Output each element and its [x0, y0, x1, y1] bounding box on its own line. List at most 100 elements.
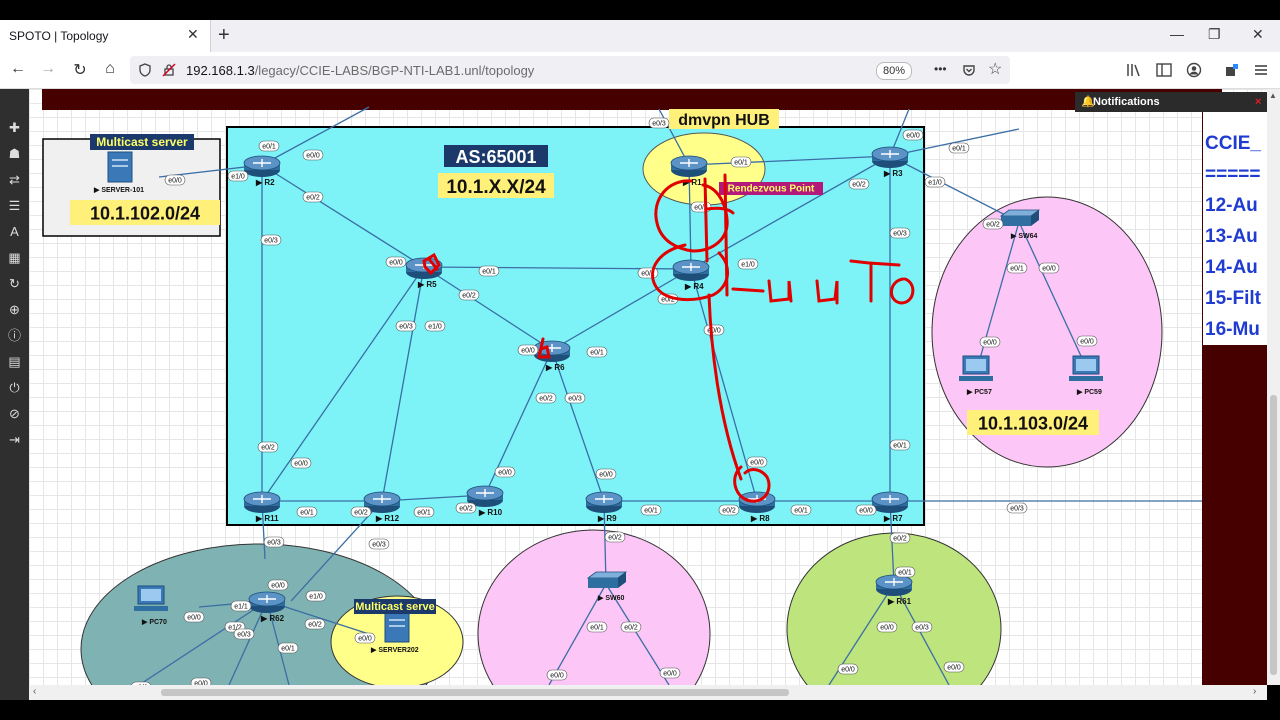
port-label: e1/0: [924, 176, 946, 188]
port-text-p_r9_e00: e0/0: [599, 472, 613, 479]
port-text-p_r4_e00: e0/0: [707, 328, 721, 335]
port-text-p_r7_e02: e0/2: [893, 536, 907, 543]
sidebar-toggle-icon[interactable]: [1156, 62, 1172, 78]
label-r10: ▶ R10: [478, 508, 503, 517]
port-label: e0/0: [943, 661, 965, 673]
page-actions-icon[interactable]: •••: [934, 62, 947, 76]
label-sw64: ▶ SW64: [1010, 233, 1037, 240]
port-text-p_r10_e00: e0/0: [498, 470, 512, 477]
port-text-p_r2_e10: e1/0: [231, 174, 245, 181]
scroll-right-icon[interactable]: ›: [1253, 686, 1256, 697]
vertical-scroll-thumb[interactable]: [1270, 395, 1277, 675]
port-text-p_r5_e02: e0/2: [462, 293, 476, 300]
port-text-p_sw60_e02: e0/2: [624, 625, 638, 632]
shield-icon[interactable]: [138, 63, 152, 77]
label-multicast-box2-server: ▶ SERVER202: [370, 647, 419, 654]
horizontal-scroll-thumb[interactable]: [161, 689, 789, 696]
port-text-p_sw60_e01: e0/1: [590, 625, 604, 632]
account-icon[interactable]: [1186, 62, 1202, 78]
port-label: e1/1: [230, 600, 252, 612]
maximize-icon[interactable]: ❐: [1208, 26, 1221, 43]
port-label: e0/0: [183, 611, 205, 623]
zoom-icon[interactable]: ⊕: [6, 301, 23, 318]
nodes-icon[interactable]: ☗: [6, 145, 23, 162]
port-label: e0/1: [640, 504, 662, 516]
port-text-p_r8_e02: e0/2: [722, 508, 736, 515]
networks-icon[interactable]: ⇄: [6, 171, 23, 188]
port-label: e0/3: [368, 538, 390, 550]
port-label: e0/2: [604, 531, 626, 543]
port-label: e0/2: [620, 621, 642, 633]
port-text-p_r12_e03: e0/3: [372, 542, 386, 549]
tab-topology[interactable]: SPOTO | Topology ✕: [0, 20, 211, 52]
port-label: e0/1: [637, 267, 659, 279]
label-r6: ▶ R6: [545, 363, 565, 372]
port-label: e1/0: [424, 320, 446, 332]
port-text-p_r9_e01: e0/1: [644, 508, 658, 515]
menu-icon[interactable]: [1254, 63, 1268, 77]
new-tab-button[interactable]: +: [218, 24, 230, 47]
window-close-icon[interactable]: ✕: [1252, 26, 1264, 43]
port-text-p_r2_e03: e0/3: [264, 238, 278, 245]
pocket-icon[interactable]: [962, 63, 976, 77]
port-label: e0/1: [790, 504, 812, 516]
startup-configs-icon[interactable]: ☰: [6, 197, 23, 214]
back-button[interactable]: ←: [8, 60, 28, 78]
port-label: e1/0: [227, 170, 249, 182]
scroll-left-icon[interactable]: ‹: [33, 686, 36, 697]
scroll-up-icon[interactable]: ▲: [1269, 91, 1277, 100]
lab-details-icon[interactable]: ▤: [6, 353, 23, 370]
url-text[interactable]: 192.168.1.3/legacy/CCIE-LABS/BGP-NTI-LAB…: [186, 63, 534, 78]
url-bar[interactable]: 192.168.1.3/legacy/CCIE-LABS/BGP-NTI-LAB…: [130, 56, 1010, 84]
port-label: e0/0: [876, 621, 898, 633]
port-label: e0/0: [746, 456, 768, 468]
add-object-icon[interactable]: ✚: [6, 119, 23, 136]
horizontal-scrollbar[interactable]: ‹ ›: [29, 685, 1267, 700]
port-text-p_r1_e03: e0/3: [652, 121, 666, 128]
port-label: e0/0: [354, 632, 376, 644]
extensions-icon[interactable]: [1224, 62, 1240, 78]
home-button[interactable]: ⌂: [100, 60, 120, 78]
label-pc59: ▶ PC59: [1076, 389, 1102, 396]
port-label: e1/0: [305, 590, 327, 602]
port-text-p_r62_e10: e1/0: [309, 594, 323, 601]
topology-svg[interactable]: ▶ R1 ▶ R2 ▶ R3 ▶ R4 ▶ R5 ▶ R6 ▶ R7 ▶ R8 ▶ R9 ▶ R1…: [29, 89, 1267, 685]
vertical-scrollbar[interactable]: ▲: [1267, 89, 1280, 685]
forward-button[interactable]: →: [38, 60, 58, 78]
label-r7: ▶ R7: [883, 514, 903, 523]
topology-canvas[interactable]: ▶ R1 ▶ R2 ▶ R3 ▶ R4 ▶ R5 ▶ R6 ▶ R7 ▶ R8 ▶ R9 ▶ R1…: [29, 89, 1267, 685]
label-pc70: ▶ PC70: [141, 619, 167, 626]
port-label: e0/0: [164, 174, 186, 186]
logout-icon[interactable]: ⇥: [6, 431, 23, 448]
bookmark-star-icon[interactable]: ☆: [988, 59, 1002, 79]
zoom-badge[interactable]: 80%: [876, 62, 912, 80]
port-label: e0/2: [304, 618, 326, 630]
refresh-icon[interactable]: ↻: [6, 275, 23, 292]
info-icon[interactable]: ⓘ: [6, 327, 23, 344]
label-r62: ▶ R62: [260, 614, 285, 623]
port-label: e0/2: [690, 201, 712, 213]
port-label: e0/3: [889, 227, 911, 239]
tab-close-icon[interactable]: ✕: [187, 26, 199, 43]
tab-title: SPOTO | Topology: [9, 29, 109, 43]
grid-icon[interactable]: ▦: [6, 249, 23, 266]
port-text-p_r61_e03: e0/3: [915, 625, 929, 632]
port-label: e0/3: [564, 392, 586, 404]
port-text-p_r11_e03: e0/3: [267, 540, 281, 547]
port-text-p_r10_e02: e0/2: [459, 506, 473, 513]
minimize-icon[interactable]: —: [1170, 26, 1184, 42]
port-label: e0/0: [267, 579, 289, 591]
library-icon[interactable]: [1126, 62, 1142, 78]
insecure-lock-icon[interactable]: [162, 63, 176, 77]
label-r61: ▶ R61: [887, 597, 912, 606]
green-ellipse: [786, 532, 1002, 685]
port-label: e0/0: [1076, 335, 1098, 347]
port-label: e0/1: [948, 142, 970, 154]
reload-button[interactable]: ↻: [70, 60, 90, 80]
power-icon[interactable]: ⏻: [6, 379, 23, 396]
lock-icon[interactable]: ⊘: [6, 405, 23, 422]
label-r9: ▶ R9: [597, 514, 617, 523]
text-objects-icon[interactable]: A: [6, 223, 23, 240]
port-label: e0/0: [385, 256, 407, 268]
port-text-p_r5_e00: e0/0: [389, 260, 403, 267]
